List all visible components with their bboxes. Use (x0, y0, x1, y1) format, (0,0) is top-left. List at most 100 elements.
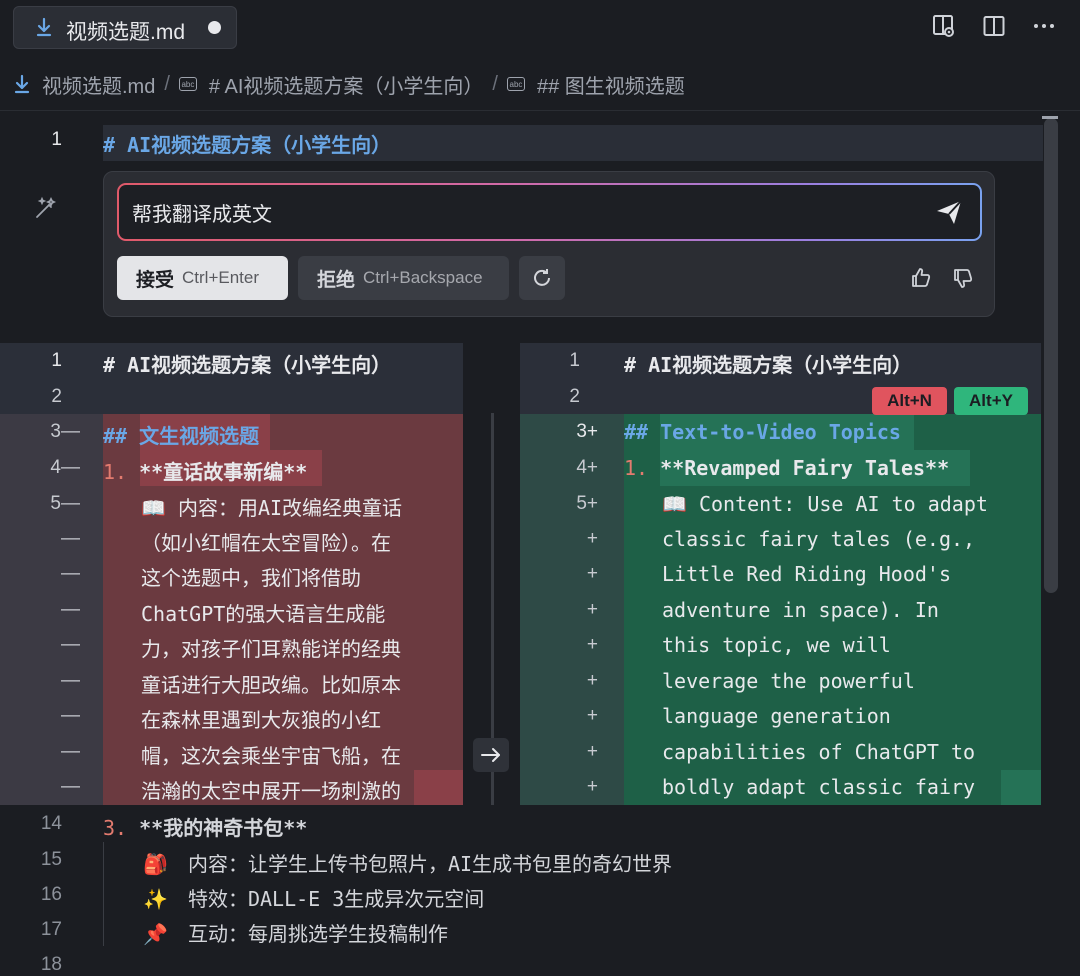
accept-change-badge[interactable]: Alt+Y (954, 387, 1028, 415)
line-number: 17 (40, 919, 62, 940)
code-line[interactable]: 📌 互动：每周挑选学生投稿制作 (143, 918, 448, 947)
line-number: + (586, 563, 598, 584)
bold-text: **我的神奇书包** (139, 816, 308, 840)
added-inline-highlight (1001, 770, 1041, 805)
line-number: + (586, 741, 598, 762)
line-number: 5+ (576, 493, 598, 514)
markdown-arrow-icon (36, 17, 52, 37)
backpack-icon: 🎒 (143, 852, 168, 876)
code-line[interactable]: 🎒 内容：让学生上传书包照片，AI生成书包里的奇幻世界 (143, 848, 672, 877)
editor-tab[interactable]: 视频选题.md (13, 6, 237, 49)
thumbs-down-icon[interactable] (951, 266, 975, 290)
line-number: — (61, 634, 80, 655)
diff-line-text: boldly adapt classic fairy (662, 775, 976, 799)
line-number: — (61, 741, 80, 762)
breadcrumb-separator: / (164, 72, 170, 95)
diff-line-text: 📖 Content: Use AI to adapt (662, 492, 988, 516)
accept-shortcut: Ctrl+Enter (182, 268, 260, 287)
diff-line-text: 1. **童话故事新编** (103, 456, 307, 485)
line-number: — (61, 705, 80, 726)
code-line[interactable]: ✨ 特效：DALL-E 3生成异次元空间 (143, 883, 484, 912)
chat-input[interactable]: 帮我翻译成英文 (119, 185, 980, 239)
code-line[interactable]: 3. **我的神奇书包** (103, 812, 307, 841)
sparkles-icon: ✨ (143, 887, 168, 911)
breadcrumb-file[interactable]: 视频选题.md (42, 70, 155, 99)
line-number: 2 (51, 386, 62, 407)
code-line-1[interactable]: # AI视频选题方案（小学生向） (103, 129, 391, 158)
breadcrumb: 视频选题.md / abc # AI视频选题方案（小学生向） / abc ## … (12, 68, 685, 100)
line-number: 1 (569, 350, 580, 371)
line-number: + (586, 528, 598, 549)
revert-arrow-button[interactable] (473, 738, 509, 772)
diff-line-text: adventure in space). In (662, 598, 939, 622)
tab-title: 视频选题.md (66, 21, 186, 44)
scroll-position-marker (1042, 116, 1058, 119)
line-text: 内容：让学生上传书包照片，AI生成书包里的奇幻世界 (187, 852, 673, 876)
deleted-inline-highlight (414, 770, 463, 805)
line-number: 16 (40, 884, 62, 905)
open-preview-icon[interactable] (930, 12, 958, 40)
line-number: — (61, 563, 80, 584)
diff-modified-pane[interactable]: Alt+N Alt+Y 1 2 3+ 4+ 5+ + + + + + + + +… (520, 343, 1041, 805)
diff-line-text: 📖 内容：用AI改编经典童话 (141, 496, 403, 520)
heading-text: Text-to-Video Topics (660, 420, 901, 444)
breadcrumb-section-2[interactable]: ## 图生视频选题 (537, 70, 685, 99)
send-icon[interactable] (934, 197, 964, 227)
breadcrumb-separator: / (492, 72, 498, 95)
line-number: — (61, 599, 80, 620)
diff-line-text: Little Red Riding Hood's (662, 562, 951, 586)
diff-line-text: leverage the powerful (662, 669, 915, 693)
line-number: 1 (51, 129, 62, 150)
line-number: — (61, 528, 80, 549)
line-number: — (61, 670, 80, 691)
diff-line-text: # AI视频选题方案（小学生向） (624, 353, 913, 377)
line-number: 14 (40, 813, 62, 834)
refresh-icon (534, 269, 550, 286)
list-number: 3. (103, 816, 128, 840)
diff-original-pane[interactable]: 1 2 3— 4— 5— — — — — — — — — # AI视频选题方案（… (0, 343, 463, 805)
diff-line-text: classic fairy tales (e.g., (662, 527, 976, 551)
split-editor-icon[interactable] (980, 12, 1008, 40)
diff-line-text: 帽，这次会乘坐宇宙飞船，在 (141, 744, 401, 768)
line-number: 1 (51, 350, 62, 371)
diff-line-text: 这个选题中，我们将借助 (141, 566, 361, 590)
diff-line-text: 1. **Revamped Fairy Tales** (624, 456, 949, 480)
chat-input-border: 帮我翻译成英文 (117, 183, 982, 241)
diff-line-text: this topic, we will (662, 633, 891, 657)
indent-guide (103, 842, 104, 946)
line-number: + (586, 776, 598, 797)
line-number: 2 (569, 386, 580, 407)
reject-label: 拒绝 (317, 269, 356, 291)
heading-marker: ## (624, 420, 649, 444)
inline-chat-widget: 帮我翻译成英文 接受 Ctrl+Enter 拒绝 Ctrl+Backspace (103, 171, 995, 317)
bold-text: **Revamped Fairy Tales** (660, 456, 950, 480)
arrow-right-icon (481, 748, 500, 762)
unsaved-dot-icon[interactable] (208, 21, 221, 34)
scrollbar-thumb[interactable] (1044, 118, 1058, 593)
chat-input-value[interactable]: 帮我翻译成英文 (132, 198, 272, 227)
tab-bar: 视频选题.md (0, 0, 1080, 56)
line-number: — (61, 776, 80, 797)
more-actions-icon[interactable] (1030, 12, 1058, 40)
reject-change-badge[interactable]: Alt+N (872, 387, 947, 415)
pushpin-icon: 📌 (143, 922, 168, 946)
line-number: 4— (50, 457, 80, 478)
regenerate-button[interactable] (519, 256, 565, 300)
reject-button[interactable]: 拒绝 Ctrl+Backspace (298, 256, 509, 300)
line-number: 5— (50, 493, 80, 514)
heading-marker: # (103, 133, 116, 157)
diff-line-text: capabilities of ChatGPT to (662, 740, 976, 764)
line-number: + (586, 670, 598, 691)
thumbs-up-icon[interactable] (909, 266, 933, 290)
breadcrumb-section-1[interactable]: # AI视频选题方案（小学生向） (209, 70, 483, 99)
diff-line-text: 浩瀚的太空中展开一场刺激的 (141, 779, 401, 803)
list-number: 1. (624, 456, 649, 480)
list-number: 1. (103, 460, 128, 484)
accept-button[interactable]: 接受 Ctrl+Enter (117, 256, 288, 300)
diff-line-text: 力，对孩子们耳熟能详的经典 (141, 637, 401, 661)
line-text: 特效：DALL-E 3生成异次元空间 (187, 887, 485, 911)
magic-wand-icon[interactable] (34, 196, 58, 220)
line-number: 3+ (576, 421, 598, 442)
diff-line-text: ## 文生视频选题 (103, 420, 259, 449)
line-number: 4+ (576, 457, 598, 478)
